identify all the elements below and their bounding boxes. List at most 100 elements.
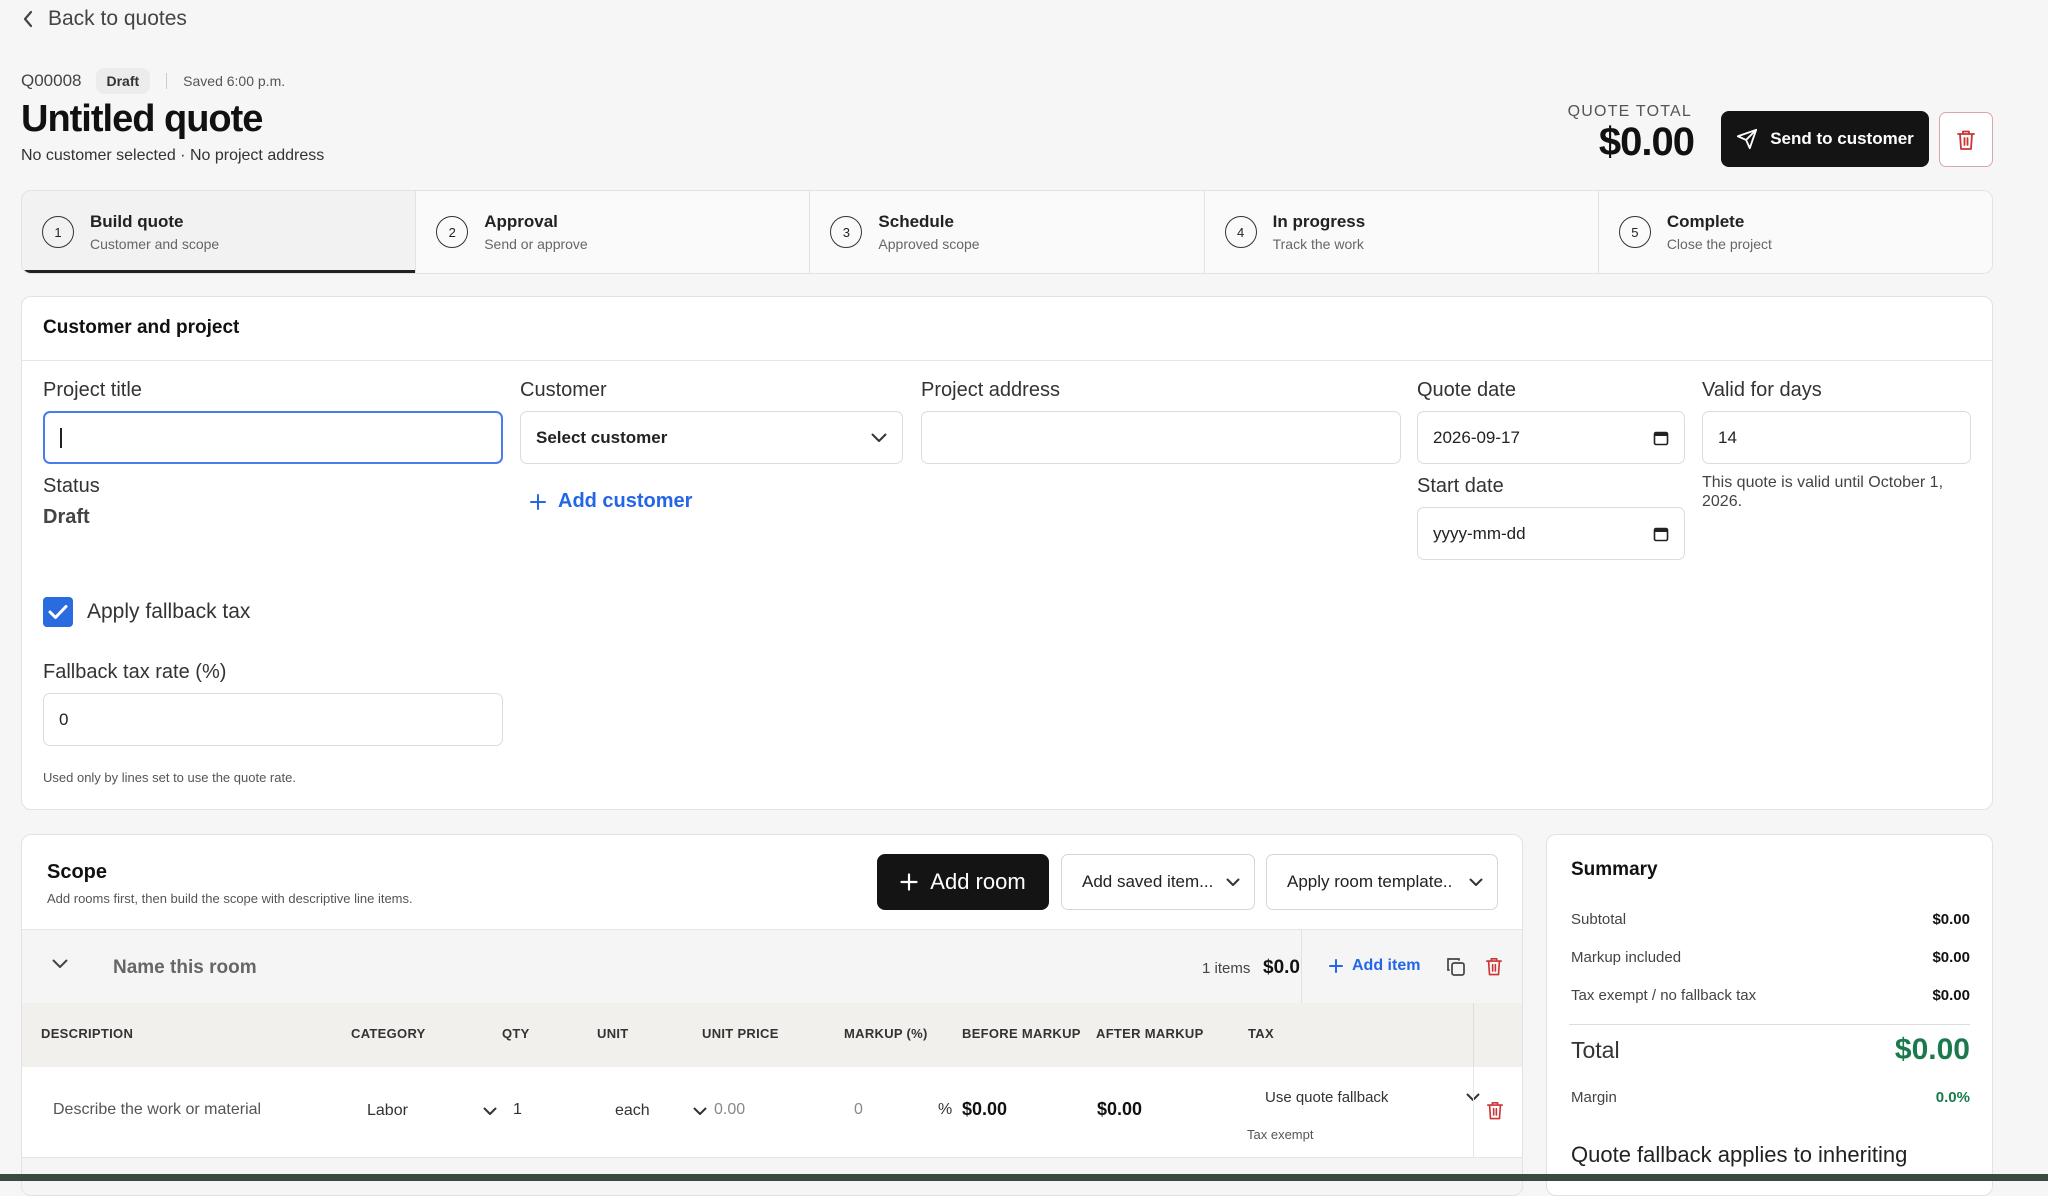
step-complete[interactable]: 5 Complete Close the project <box>1598 191 1992 273</box>
quote-date-value: 2026-09-17 <box>1433 427 1520 447</box>
column-header: QTY <box>502 1026 530 1041</box>
back-to-quotes-label: Back to quotes <box>48 7 187 30</box>
divider <box>1473 1003 1474 1067</box>
markup-value: $0.00 <box>1932 949 1970 966</box>
project-title-input[interactable] <box>43 411 503 464</box>
tax-value: Use quote fallback <box>1265 1088 1389 1106</box>
divider <box>1301 930 1302 1004</box>
delete-quote-button[interactable] <box>1939 112 1993 167</box>
column-header: MARKUP (%) <box>844 1026 928 1041</box>
markup-label: Markup included <box>1571 949 1682 966</box>
markup-input[interactable]: 0 <box>854 1101 863 1119</box>
plus-icon <box>530 493 546 510</box>
step-approval[interactable]: 2 Approval Send or approve <box>416 191 811 273</box>
start-date-input[interactable]: yyyy-mm-dd <box>1417 507 1685 560</box>
step-schedule[interactable]: 3 Schedule Approved scope <box>810 191 1205 273</box>
start-date-label: Start date <box>1417 475 1504 497</box>
fallback-tax-toggle[interactable]: Apply fallback tax <box>43 597 250 627</box>
scope-title: Scope <box>47 861 108 883</box>
quote-total-label: QUOTE TOTAL <box>1567 103 1692 120</box>
column-header: BEFORE MARKUP <box>962 1026 1081 1041</box>
valid-days-label: Valid for days <box>1702 379 1822 401</box>
step-in-progress[interactable]: 4 In progress Track the work <box>1204 191 1599 273</box>
valid-days-input[interactable]: 14 <box>1702 411 1971 464</box>
chevron-down-icon <box>1469 878 1483 887</box>
add-room-button[interactable]: Add room <box>877 854 1049 910</box>
quote-date-label: Quote date <box>1417 379 1516 401</box>
card-title: Customer and project <box>43 317 240 338</box>
delete-line-button[interactable] <box>1486 1100 1504 1121</box>
customer-select[interactable]: Select customer <box>520 411 903 464</box>
tax-select[interactable]: Use quote fallback <box>1265 1079 1480 1115</box>
add-customer-link[interactable]: Add customer <box>530 490 692 513</box>
percent-suffix: % <box>938 1101 953 1118</box>
send-to-customer-label: Send to customer <box>1770 129 1914 148</box>
room-header-row: Name this room 1 items $0.0 Add item <box>22 929 1522 1005</box>
step-title: Build quote <box>90 212 184 231</box>
calendar-icon <box>1653 430 1669 446</box>
step-build-quote[interactable]: 1 Build quote Customer and scope <box>22 191 417 273</box>
step-subtitle: Track the work <box>1272 236 1364 252</box>
summary-markup: Markup included $0.00 <box>1571 949 1970 966</box>
page-subtitle: No customer selected · No project addres… <box>21 147 325 164</box>
checkbox[interactable] <box>43 597 73 627</box>
step-subtitle: Approved scope <box>878 236 980 252</box>
chevron-left-icon <box>22 10 34 28</box>
project-address-label: Project address <box>921 379 1060 401</box>
after-markup-value: $0.00 <box>1097 1099 1143 1119</box>
status-label: Status <box>43 475 100 497</box>
unit-value: each <box>615 1102 650 1119</box>
step-title: Approval <box>484 212 558 231</box>
step-subtitle: Send or approve <box>484 236 588 252</box>
column-header: AFTER MARKUP <box>1096 1026 1204 1041</box>
step-title: Complete <box>1666 212 1745 231</box>
step-number: 3 <box>830 216 863 248</box>
add-saved-item-select[interactable]: Add saved item... <box>1061 854 1255 910</box>
add-item-link[interactable]: Add item <box>1329 957 1420 975</box>
duplicate-room-button[interactable] <box>1445 956 1467 978</box>
column-header: TAX <box>1248 1026 1274 1041</box>
fallback-tax-label: Apply fallback tax <box>87 600 251 623</box>
copy-icon <box>1445 956 1467 978</box>
fallback-rate-input[interactable]: 0 <box>43 693 503 746</box>
step-number: 2 <box>436 216 469 248</box>
scope-card: Scope Add rooms first, then build the sc… <box>21 834 1523 1196</box>
summary-card: Summary Subtotal $0.00 Markup included $… <box>1546 834 1993 1196</box>
window-edge <box>0 1174 2048 1181</box>
status-badge: Draft <box>95 68 151 94</box>
chevron-down-icon <box>871 433 887 443</box>
collapse-room-toggle[interactable] <box>52 959 68 969</box>
customer-project-card: Customer and project Project title Custo… <box>21 296 1993 810</box>
step-subtitle: Customer and scope <box>90 236 220 252</box>
step-number: 5 <box>1618 216 1651 248</box>
quote-total-value: $0.00 <box>1598 120 1695 164</box>
fallback-note: Quote fallback applies to inheriting <box>1571 1142 1908 1167</box>
total-label: Total <box>1571 1036 1620 1063</box>
column-header: CATEGORY <box>351 1026 426 1041</box>
quote-date-input[interactable]: 2026-09-17 <box>1417 411 1685 464</box>
add-item-label: Add item <box>1352 957 1421 974</box>
project-address-input[interactable] <box>921 411 1401 464</box>
column-header: DESCRIPTION <box>41 1026 134 1041</box>
subtotal-label: Subtotal <box>1571 911 1627 928</box>
delete-room-button[interactable] <box>1485 956 1503 977</box>
summary-title: Summary <box>1571 859 1658 880</box>
table-row: Describe the work or material Labor 1 ea… <box>22 1067 1522 1157</box>
unit-price-input[interactable]: 0.00 <box>714 1101 745 1119</box>
add-customer-label: Add customer <box>558 490 693 512</box>
plus-icon <box>1329 959 1343 973</box>
room-name-input[interactable]: Name this room <box>113 957 257 979</box>
quote-id: Q00008 <box>21 71 82 90</box>
send-to-customer-button[interactable]: Send to customer <box>1721 111 1929 167</box>
customer-select-value: Select customer <box>536 427 668 447</box>
project-title-label: Project title <box>43 379 142 401</box>
category-select[interactable]: Labor <box>367 1093 497 1129</box>
total-value: $0.00 <box>1894 1033 1970 1066</box>
divider <box>1473 1067 1474 1157</box>
back-to-quotes-link[interactable]: Back to quotes <box>22 4 187 34</box>
card-header: Customer and project <box>22 297 1992 361</box>
apply-room-template-select[interactable]: Apply room template.. <box>1266 854 1498 910</box>
unit-select[interactable]: each <box>615 1093 707 1129</box>
description-input[interactable]: Describe the work or material <box>53 1101 261 1119</box>
qty-input[interactable]: 1 <box>513 1101 522 1119</box>
